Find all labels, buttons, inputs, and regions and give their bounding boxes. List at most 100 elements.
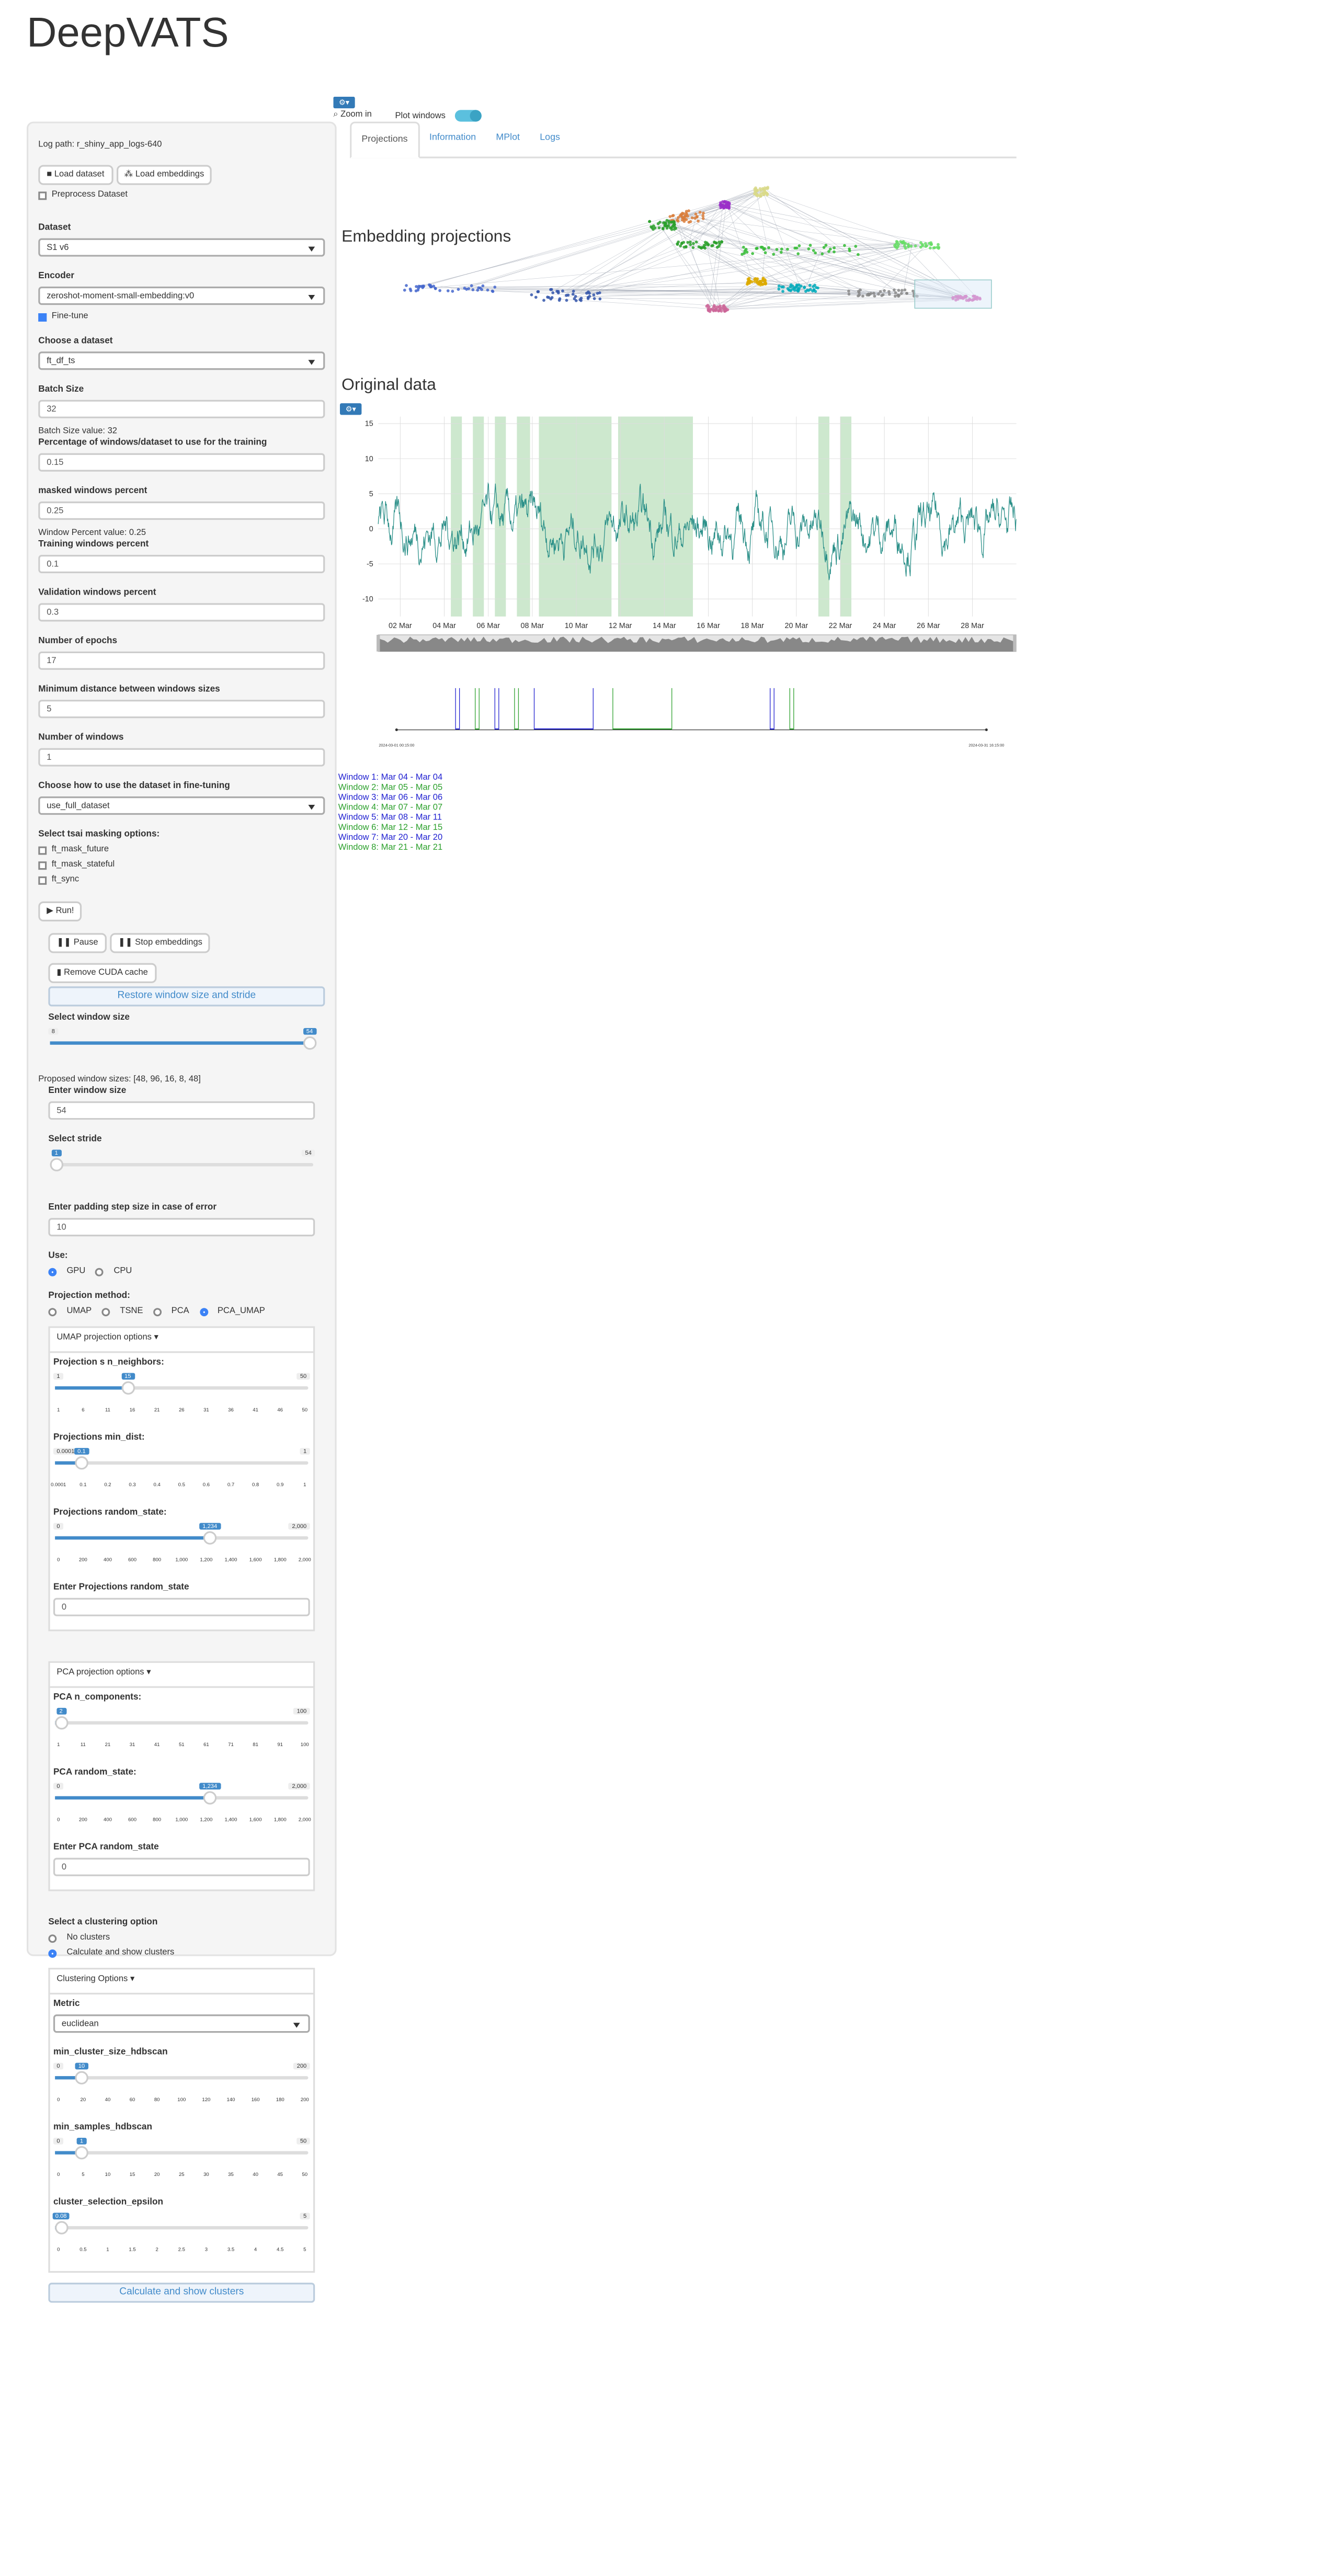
batch-size-input[interactable]: 32 <box>38 400 325 418</box>
original-data-chart[interactable]: 15 10 5 0 -5 -10 02 Mar 04 Mar 06 Mar 08 Mar 10 Ma… <box>350 400 1017 667</box>
masked-input[interactable]: 0.25 <box>38 501 325 520</box>
stop-embeddings-button[interactable]: ❚❚ Stop embeddings <box>109 933 211 953</box>
epca-label: Enter PCA random_state <box>53 1842 159 1853</box>
umap-radio[interactable] <box>48 1307 57 1316</box>
padding-input[interactable]: 10 <box>48 1218 315 1237</box>
pca-options-toggle[interactable]: PCA projection options ▾ <box>50 1663 314 1688</box>
pct-input[interactable]: 0.15 <box>38 453 325 472</box>
checkbox-box[interactable] <box>38 312 47 321</box>
restore-button[interactable]: Restore window size and stride <box>48 986 325 1007</box>
mask-future-checkbox[interactable]: ft_mask_future <box>38 845 325 855</box>
embedding-point <box>761 282 765 286</box>
min-dist-slider[interactable]: 0.0001 0.1 1 <box>53 1447 310 1478</box>
window-item[interactable]: Window 3: Mar 06 - Mar 06 <box>338 793 442 803</box>
window-item[interactable]: Window 5: Mar 08 - Mar 11 <box>338 813 442 823</box>
plot-windows-toggle[interactable] <box>455 110 483 122</box>
embedding-point <box>672 220 676 223</box>
slider-handle[interactable] <box>203 1531 217 1545</box>
epca-input[interactable]: 0 <box>53 1857 310 1876</box>
pause-button[interactable]: ❚❚ Pause <box>48 933 107 953</box>
slider-handle[interactable] <box>303 1036 316 1050</box>
slider-handle[interactable] <box>75 2146 88 2160</box>
brush-selection[interactable] <box>914 279 992 309</box>
checkbox-box[interactable] <box>38 875 47 884</box>
range-handle-left[interactable] <box>377 634 380 652</box>
slider-handle[interactable] <box>54 2221 68 2235</box>
ers-input[interactable]: 0 <box>53 1598 310 1616</box>
embedding-point <box>779 250 783 254</box>
window-item[interactable]: Window 2: Mar 05 - Mar 05 <box>338 783 442 793</box>
umap-options-toggle[interactable]: UMAP projection options ▾ <box>50 1328 314 1353</box>
embedding-projection-plot[interactable] <box>350 175 1017 325</box>
embedding-point <box>807 247 811 250</box>
tab-information[interactable]: Information <box>419 122 486 158</box>
pca-random-state-slider[interactable]: 0 1,234 2,000 <box>53 1783 310 1813</box>
train-input[interactable]: 0.1 <box>38 555 325 574</box>
load-embeddings-button[interactable]: ⁂ Load embeddings <box>116 165 213 185</box>
remove-cuda-button[interactable]: ▮ Remove CUDA cache <box>48 963 156 983</box>
sync-checkbox[interactable]: ft_sync <box>38 875 325 885</box>
random-state-slider[interactable]: 0 1,234 2,000 <box>53 1523 310 1553</box>
window-item[interactable]: Window 4: Mar 07 - Mar 07 <box>338 803 442 813</box>
pca-radio[interactable] <box>153 1307 162 1316</box>
tick-label: 16 <box>129 1406 135 1413</box>
finetune-checkbox[interactable]: Fine-tune <box>38 312 325 322</box>
window-item[interactable]: Window 8: Mar 21 - Mar 21 <box>338 843 442 853</box>
x-tick-label: 26 Mar <box>917 622 940 630</box>
embedding-point <box>721 203 724 207</box>
stop-label: Stop embeddings <box>135 938 202 948</box>
gear-dropdown-button[interactable]: ⚙▾ <box>333 96 355 109</box>
checkbox-box[interactable] <box>38 190 47 199</box>
padding-label: Enter padding step size in case of error <box>48 1203 217 1213</box>
pca-n-slider[interactable]: 2 100 <box>53 1707 310 1738</box>
tab-mplot[interactable]: MPlot <box>486 122 530 158</box>
calc-clusters-button[interactable]: Calculate and show clusters <box>48 2283 315 2303</box>
embedding-point <box>566 293 570 297</box>
clustering-options-toggle[interactable]: Clustering Options ▾ <box>50 1969 314 1994</box>
eps-ticks: 0 0.5 1 1.5 2 2.5 3 3.5 4 4.5 5 <box>53 2246 310 2258</box>
window-item[interactable]: Window 7: Mar 20 - Mar 20 <box>338 833 442 843</box>
slider-handle[interactable] <box>75 2071 88 2084</box>
howuse-select[interactable]: use_full_dataset <box>38 796 325 815</box>
mindist-input[interactable]: 5 <box>38 700 325 719</box>
min-samples-slider[interactable]: 0 1 50 <box>53 2137 310 2168</box>
epochs-input[interactable]: 17 <box>38 651 325 670</box>
slider-handle[interactable] <box>54 1716 68 1730</box>
tab-logs[interactable]: Logs <box>530 122 570 158</box>
metric-select[interactable]: euclidean <box>53 2014 310 2033</box>
cpu-radio[interactable] <box>95 1267 104 1276</box>
load-dataset-button[interactable]: ■ Load dataset <box>38 165 113 185</box>
encoder-select[interactable]: zeroshot-moment-small-embedding:v0 <box>38 287 325 305</box>
stride-slider[interactable]: 1 54 <box>48 1149 315 1180</box>
checkbox-box[interactable] <box>38 846 47 854</box>
window-item[interactable]: Window 1: Mar 04 - Mar 04 <box>338 773 442 783</box>
gpu-radio[interactable] <box>48 1267 57 1276</box>
dataset-select[interactable]: S1 v6 <box>38 238 325 257</box>
run-button[interactable]: ▶ Run! <box>38 901 83 921</box>
slider-handle[interactable] <box>121 1381 134 1395</box>
checkbox-box[interactable] <box>38 860 47 869</box>
enter-wsize-input[interactable]: 54 <box>48 1101 315 1120</box>
pca-umap-radio[interactable] <box>199 1307 208 1316</box>
calc-clusters-radio[interactable] <box>48 1948 57 1957</box>
window-size-slider[interactable]: 8 54 <box>48 1028 316 1058</box>
range-handle-right[interactable] <box>1013 634 1017 652</box>
tick-label: 1 <box>106 2246 109 2253</box>
window-item[interactable]: Window 6: Mar 12 - Mar 15 <box>338 823 442 833</box>
mask-stateful-checkbox[interactable]: ft_mask_stateful <box>38 860 325 870</box>
no-clusters-radio[interactable] <box>48 1933 57 1942</box>
tab-projections[interactable]: Projections <box>350 121 419 158</box>
val-input[interactable]: 0.3 <box>38 603 325 622</box>
tick-label: 50 <box>302 2171 308 2178</box>
slider-handle[interactable] <box>203 1791 217 1805</box>
n-neighbors-slider[interactable]: 1 15 50 <box>53 1373 310 1403</box>
tsne-radio[interactable] <box>101 1307 110 1316</box>
min-cluster-size-slider[interactable]: 0 10 200 <box>53 2062 310 2093</box>
nwin-input[interactable]: 1 <box>38 748 325 767</box>
zoom-in-button[interactable]: ⌕ Zoom in <box>333 110 372 121</box>
epsilon-slider[interactable]: 0.08 5 <box>52 2213 310 2242</box>
choose-dataset-select[interactable]: ft_df_ts <box>38 351 325 370</box>
preprocess-checkbox[interactable]: Preprocess Dataset <box>38 190 325 200</box>
slider-handle[interactable] <box>49 1158 63 1171</box>
slider-handle[interactable] <box>75 1456 88 1470</box>
